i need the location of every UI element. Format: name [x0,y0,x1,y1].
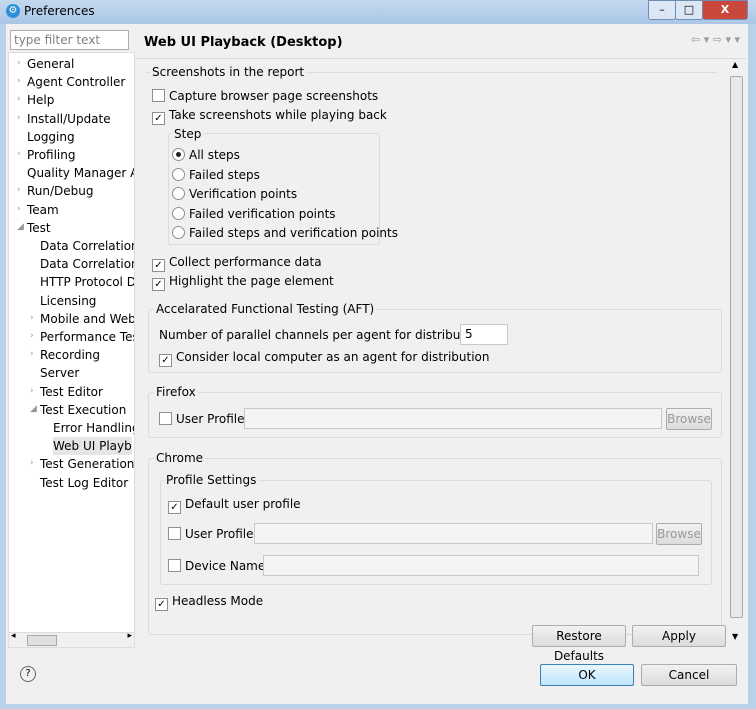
firefox-user-profile-input[interactable] [244,408,662,429]
tree-item[interactable]: General [27,55,74,73]
scroll-thumb[interactable] [730,76,743,618]
step-radio[interactable]: Failed steps [172,167,260,183]
take-screenshots-checkbox[interactable]: ✓ Take screenshots while playing back [152,107,387,125]
expand-twisty-icon[interactable]: › [17,204,21,214]
content-vertical-scrollbar[interactable]: ▲ ▼ [729,60,743,648]
step-radio[interactable]: Failed verification points [172,206,336,222]
page-content: Screenshots in the report Capture browse… [136,60,728,663]
tree-item[interactable]: Test Execution [40,401,126,419]
app-icon: ⚙ [6,4,20,18]
capture-screenshots-checkbox[interactable]: Capture browser page screenshots [152,88,378,104]
restore-defaults-button[interactable]: Restore Defaults [532,625,626,663]
step-group-title: Step [172,127,204,141]
tree-item[interactable]: Server [40,364,79,382]
expand-twisty-icon[interactable]: › [17,76,21,86]
page-header: Web UI Playback (Desktop) ⇦ ▾ ⇨ ▾ ▾ [136,28,746,59]
firefox-group-title: Firefox [154,385,198,399]
minimize-button[interactable]: – [648,0,676,20]
highlight-element-checkbox[interactable]: ✓ Highlight the page element [152,273,334,291]
close-button[interactable]: X [702,0,748,20]
tree-item[interactable]: Licensing [40,292,96,310]
help-button[interactable]: ? [20,666,36,682]
default-user-profile-checkbox[interactable]: ✓ Default user profile [168,496,301,514]
cancel-button[interactable]: Cancel [641,664,737,686]
collect-performance-checkbox[interactable]: ✓ Collect performance data [152,254,322,272]
tree-horizontal-scrollbar[interactable]: ◂ ▸ [8,631,135,648]
chrome-group-title: Chrome [154,451,206,465]
expand-twisty-icon[interactable]: › [17,94,21,104]
scroll-thumb[interactable] [27,635,57,646]
chrome-browse-button[interactable]: Browse [656,523,702,545]
chrome-user-profile-checkbox[interactable]: User Profile: [168,526,258,542]
headless-mode-checkbox[interactable]: ✓ Headless Mode [155,593,263,611]
expand-twisty-icon[interactable]: › [30,349,34,359]
screenshots-group-title: Screenshots in the report [150,65,307,79]
tree-item[interactable]: Help [27,91,54,109]
expand-twisty-icon[interactable]: › [17,185,21,195]
expand-twisty-icon[interactable]: ◢ [30,404,37,414]
tree-item[interactable]: Mobile and Web [40,310,134,328]
channels-input[interactable]: 5 [460,324,508,345]
tree-item[interactable]: Quality Manager A [27,164,134,182]
tree-item[interactable]: Install/Update [27,110,111,128]
tree-item[interactable]: Test Editor [40,383,103,401]
chrome-user-profile-input[interactable] [254,523,653,544]
maximize-button[interactable]: □ [675,0,703,20]
tree-item[interactable]: Data Correlation [40,237,134,255]
step-radio[interactable]: Failed steps and verification points [172,225,398,241]
radio-icon [172,206,185,220]
tree-item[interactable]: Error Handling [53,419,134,437]
profile-settings-title: Profile Settings [164,473,259,487]
expand-twisty-icon[interactable]: › [17,149,21,159]
page-title: Web UI Playback (Desktop) [144,35,343,50]
radio-icon [172,167,185,181]
tree-item[interactable]: Agent Controller [27,73,125,91]
tree-item[interactable]: Recording [40,346,100,364]
firefox-browse-button[interactable]: Browse [666,408,712,430]
tree-item[interactable]: Run/Debug [27,182,94,200]
tree-item[interactable]: Performance Tes [40,328,134,346]
tree-item[interactable]: Profiling [27,146,76,164]
tree-item[interactable]: Web UI Playb [53,437,132,456]
expand-twisty-icon[interactable]: › [17,113,21,123]
aft-group-title: Accelarated Functional Testing (AFT) [154,302,377,316]
tree-item[interactable]: Team [27,201,59,219]
history-nav-buttons[interactable]: ⇦ ▾ ⇨ ▾ ▾ [691,33,740,46]
tree-item[interactable]: Data Correlation [40,255,134,273]
expand-twisty-icon[interactable]: ◢ [17,222,24,232]
tree-item[interactable]: Test Log Editor [40,474,128,492]
preferences-tree: › General › Agent Controller › Help › Install/U… [8,52,135,634]
expand-twisty-icon[interactable]: › [30,313,34,323]
firefox-user-profile-checkbox[interactable]: User Profile: [159,411,249,427]
expand-twisty-icon[interactable]: › [30,386,34,396]
title-bar: ⚙ Preferences – □ X [0,0,756,24]
tree-item[interactable]: HTTP Protocol D [40,273,134,291]
apply-button[interactable]: Apply [632,625,726,647]
expand-twisty-icon[interactable]: › [17,58,21,68]
radio-icon [172,226,185,240]
tree-item[interactable]: Logging [27,128,75,146]
expand-twisty-icon[interactable]: › [30,331,34,341]
local-agent-checkbox[interactable]: ✓ Consider local computer as an agent for… [159,349,490,367]
expand-twisty-icon[interactable]: › [30,458,34,468]
tree-item[interactable]: Test Generation [40,455,134,473]
tree-item[interactable]: Test [27,219,51,237]
device-name-input[interactable] [263,555,699,576]
step-radio[interactable]: Verification points [172,186,297,202]
radio-icon [172,148,185,161]
ok-button[interactable]: OK [540,664,634,686]
filter-input[interactable]: type filter text [10,30,129,50]
window-title: Preferences [24,4,95,18]
step-radio[interactable]: All steps [172,147,240,163]
channels-label: Number of parallel channels per agent fo… [159,328,484,342]
device-name-checkbox[interactable]: Device Name: [168,558,269,574]
radio-icon [172,187,185,201]
